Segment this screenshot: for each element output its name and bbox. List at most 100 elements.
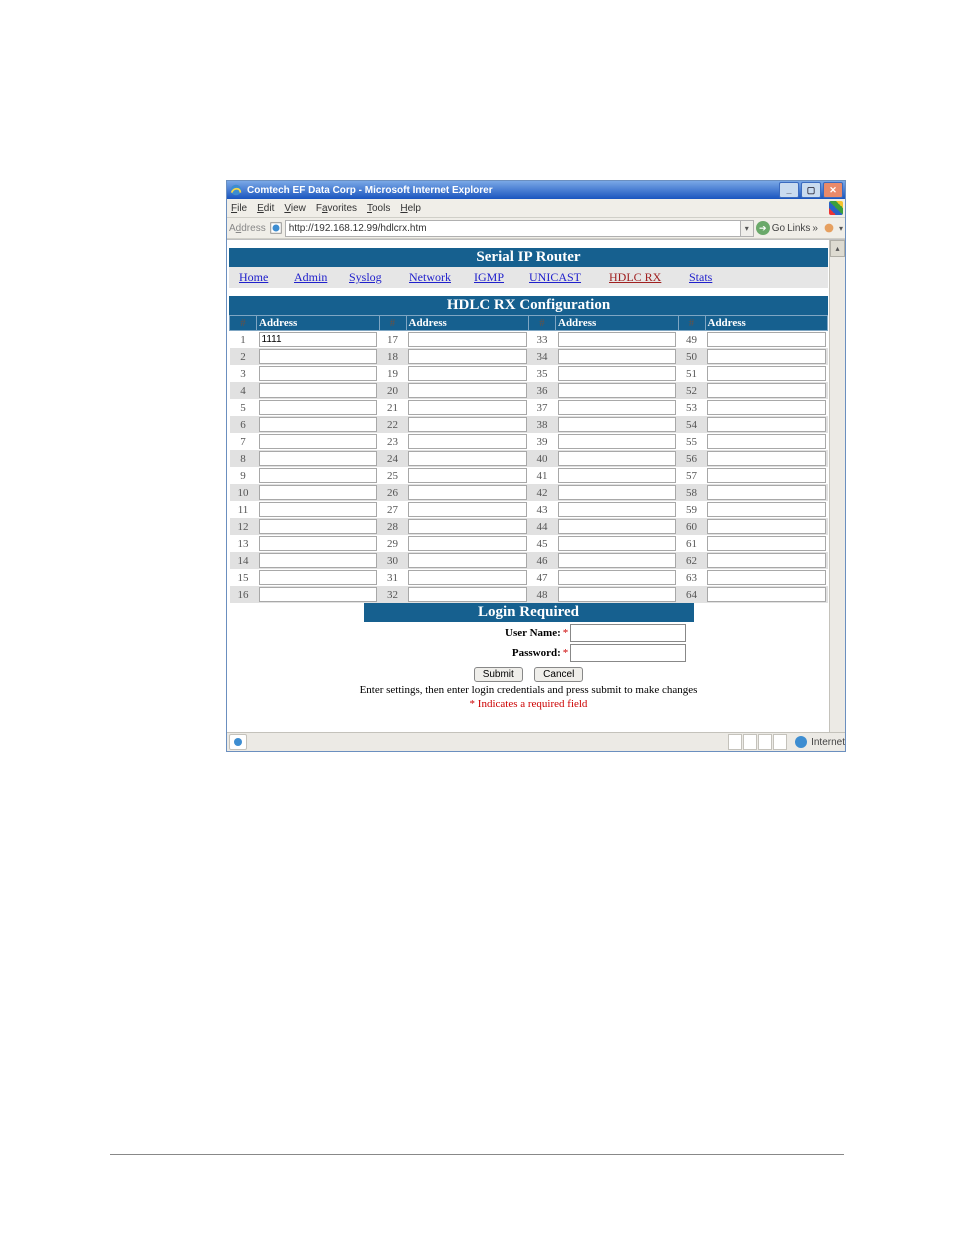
address-input-1[interactable] (259, 332, 378, 347)
address-input-58[interactable] (707, 485, 826, 500)
address-input-31[interactable] (408, 570, 527, 585)
address-input-28[interactable] (408, 519, 527, 534)
submit-button[interactable]: Submit (474, 667, 523, 682)
address-input-36[interactable] (558, 383, 677, 398)
nav-unicast[interactable]: UNICAST (529, 270, 609, 285)
menu-help[interactable]: Help (400, 203, 421, 214)
address-input-55[interactable] (707, 434, 826, 449)
address-input-54[interactable] (707, 417, 826, 432)
address-input-60[interactable] (707, 519, 826, 534)
go-icon[interactable]: ➔ (756, 221, 770, 235)
address-input-49[interactable] (707, 332, 826, 347)
address-input-20[interactable] (408, 383, 527, 398)
toolbar-extra-dropdown-icon[interactable]: ▾ (839, 224, 843, 233)
address-input-30[interactable] (408, 553, 527, 568)
address-input-14[interactable] (259, 553, 378, 568)
address-input-7[interactable] (259, 434, 378, 449)
address-input-50[interactable] (707, 349, 826, 364)
address-input-63[interactable] (707, 570, 826, 585)
address-input-42[interactable] (558, 485, 677, 500)
address-input-56[interactable] (707, 451, 826, 466)
url-input[interactable]: http://192.168.12.99/hdlcrx.htm (285, 220, 741, 237)
address-input-23[interactable] (408, 434, 527, 449)
col-header-num: # (529, 316, 556, 331)
address-input-2[interactable] (259, 349, 378, 364)
address-input-18[interactable] (408, 349, 527, 364)
nav-hdlc-rx[interactable]: HDLC RX (609, 270, 689, 285)
address-input-37[interactable] (558, 400, 677, 415)
menu-favorites[interactable]: Favorites (316, 203, 357, 214)
address-input-15[interactable] (259, 570, 378, 585)
nav-stats[interactable]: Stats (689, 270, 739, 285)
address-input-48[interactable] (558, 587, 677, 602)
nav-network[interactable]: Network (409, 270, 474, 285)
address-input-44[interactable] (558, 519, 677, 534)
menu-view[interactable]: View (284, 203, 306, 214)
address-input-10[interactable] (259, 485, 378, 500)
url-dropdown-icon[interactable]: ▾ (741, 220, 754, 237)
cancel-button[interactable]: Cancel (534, 667, 583, 682)
username-input[interactable] (570, 624, 686, 642)
address-input-33[interactable] (558, 332, 677, 347)
address-input-35[interactable] (558, 366, 677, 381)
address-input-27[interactable] (408, 502, 527, 517)
menu-edit[interactable]: Edit (257, 203, 274, 214)
page-footer-rule (110, 1154, 844, 1155)
menu-tools[interactable]: Tools (367, 203, 390, 214)
address-input-38[interactable] (558, 417, 677, 432)
address-input-62[interactable] (707, 553, 826, 568)
row-number: 30 (379, 552, 406, 569)
address-input-34[interactable] (558, 349, 677, 364)
menu-file[interactable]: File (231, 203, 247, 214)
address-input-22[interactable] (408, 417, 527, 432)
links-label[interactable]: Links (787, 223, 810, 234)
address-input-57[interactable] (707, 468, 826, 483)
window-title: Comtech EF Data Corp - Microsoft Interne… (247, 185, 493, 196)
address-input-41[interactable] (558, 468, 677, 483)
toolbar-extra-icon[interactable] (822, 221, 836, 235)
address-input-46[interactable] (558, 553, 677, 568)
address-input-64[interactable] (707, 587, 826, 602)
maximize-button[interactable]: ▢ (801, 182, 821, 198)
zone-label: Internet (811, 737, 845, 748)
minimize-button[interactable]: _ (779, 182, 799, 198)
address-input-11[interactable] (259, 502, 378, 517)
address-input-19[interactable] (408, 366, 527, 381)
address-input-6[interactable] (259, 417, 378, 432)
address-input-53[interactable] (707, 400, 826, 415)
address-input-5[interactable] (259, 400, 378, 415)
address-input-43[interactable] (558, 502, 677, 517)
address-input-24[interactable] (408, 451, 527, 466)
address-input-25[interactable] (408, 468, 527, 483)
required-star: * (563, 647, 569, 659)
address-input-32[interactable] (408, 587, 527, 602)
address-input-17[interactable] (408, 332, 527, 347)
address-input-52[interactable] (707, 383, 826, 398)
address-input-3[interactable] (259, 366, 378, 381)
nav-admin[interactable]: Admin (294, 270, 349, 285)
address-input-39[interactable] (558, 434, 677, 449)
nav-syslog[interactable]: Syslog (349, 270, 409, 285)
address-input-61[interactable] (707, 536, 826, 551)
address-input-12[interactable] (259, 519, 378, 534)
address-input-21[interactable] (408, 400, 527, 415)
scrollbar[interactable]: ▴ (829, 240, 845, 732)
address-input-29[interactable] (408, 536, 527, 551)
address-input-26[interactable] (408, 485, 527, 500)
address-input-16[interactable] (259, 587, 378, 602)
password-input[interactable] (570, 644, 686, 662)
nav-igmp[interactable]: IGMP (474, 270, 529, 285)
address-input-51[interactable] (707, 366, 826, 381)
address-input-59[interactable] (707, 502, 826, 517)
address-input-47[interactable] (558, 570, 677, 585)
address-input-8[interactable] (259, 451, 378, 466)
address-input-9[interactable] (259, 468, 378, 483)
address-input-4[interactable] (259, 383, 378, 398)
address-input-13[interactable] (259, 536, 378, 551)
address-input-45[interactable] (558, 536, 677, 551)
links-chevron-icon[interactable]: » (812, 223, 818, 234)
close-button[interactable]: ✕ (823, 182, 843, 198)
address-input-40[interactable] (558, 451, 677, 466)
scroll-up-icon[interactable]: ▴ (830, 240, 845, 257)
nav-home[interactable]: Home (239, 270, 294, 285)
